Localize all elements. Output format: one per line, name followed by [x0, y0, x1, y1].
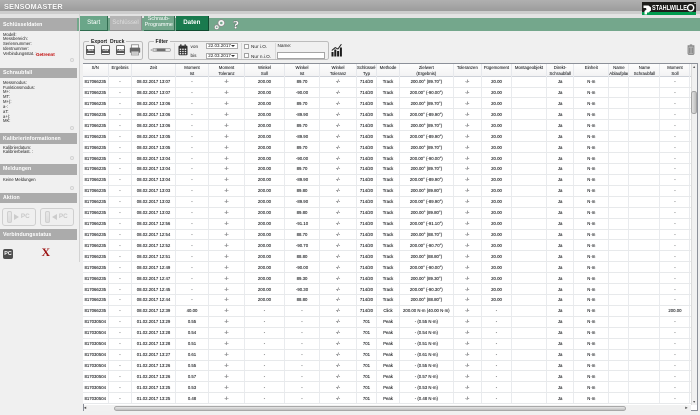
- svg-text:?: ?: [233, 18, 239, 32]
- svg-text:STAHLWILLE: STAHLWILLE: [652, 4, 687, 12]
